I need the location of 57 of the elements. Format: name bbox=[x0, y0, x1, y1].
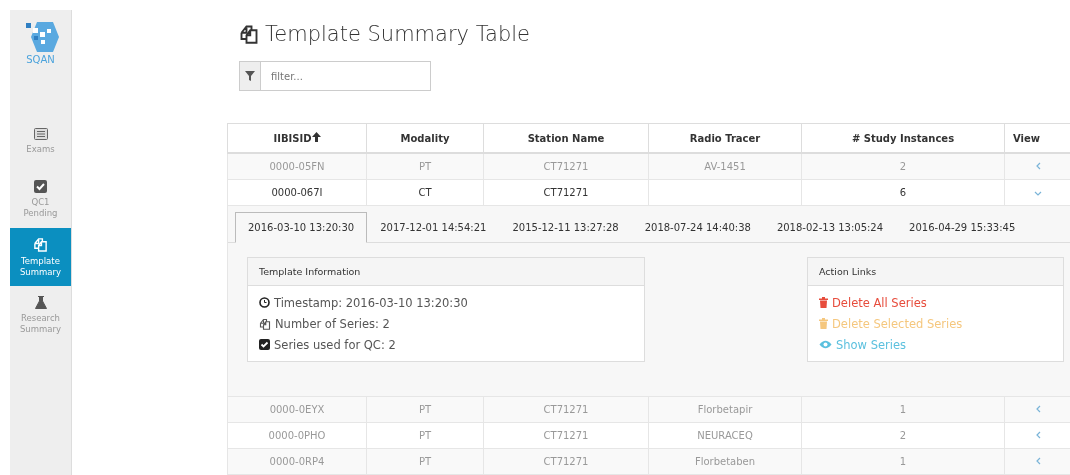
chevron-left-icon[interactable] bbox=[1035, 431, 1041, 439]
table-cell: AV-1451 bbox=[648, 153, 802, 180]
copy-icon bbox=[33, 236, 48, 252]
table-cell: 0000-05FN bbox=[227, 153, 367, 180]
chevron-down-icon[interactable] bbox=[1034, 191, 1042, 196]
date-tab[interactable]: 2016-04-29 15:33:45 bbox=[896, 212, 1029, 243]
chevron-left-icon[interactable] bbox=[1035, 405, 1041, 413]
chevron-left-icon[interactable] bbox=[1035, 457, 1041, 465]
copy-icon bbox=[239, 24, 259, 44]
table-cell: 6 bbox=[801, 179, 1005, 206]
date-tab[interactable]: 2016-03-10 13:20:30 bbox=[235, 212, 368, 243]
checkbox-icon bbox=[34, 179, 47, 193]
table-cell: Florbetapir bbox=[648, 396, 802, 423]
flask-icon bbox=[34, 295, 47, 309]
table-cell: CT bbox=[366, 179, 484, 206]
info-text: Number of Series: 2 bbox=[275, 316, 390, 331]
table-cell: 0000-0RP4 bbox=[227, 448, 367, 475]
page-title: Template Summary Table bbox=[265, 22, 530, 46]
table-cell: 0000-0EYX bbox=[227, 396, 367, 423]
panel-heading: Action Links bbox=[808, 258, 1063, 286]
table-cell: CT71271 bbox=[483, 396, 649, 423]
trash-icon bbox=[819, 297, 828, 308]
trash-icon bbox=[819, 318, 828, 329]
table-cell: Florbetaben bbox=[648, 448, 802, 475]
filter-icon bbox=[245, 71, 255, 81]
logo-text: SQAN bbox=[26, 54, 55, 66]
table-cell: 1 bbox=[801, 448, 1005, 475]
copy-icon bbox=[259, 317, 271, 330]
table-cell: CT71271 bbox=[483, 448, 649, 475]
checkbox-icon bbox=[259, 339, 270, 350]
table-cell: 2 bbox=[801, 422, 1005, 449]
table-cell: NEURACEQ bbox=[648, 422, 802, 449]
table-cell: 0000-067I bbox=[227, 179, 367, 206]
date-tab[interactable]: 2018-07-24 14:40:38 bbox=[631, 212, 764, 243]
table-cell: CT71271 bbox=[483, 422, 649, 449]
table-cell: PT bbox=[366, 396, 484, 423]
table-cell: CT71271 bbox=[483, 153, 649, 180]
panel-heading: Template Information bbox=[248, 258, 644, 286]
date-tab[interactable]: 2015-12-11 13:27:28 bbox=[499, 212, 632, 243]
info-text: Series used for QC: 2 bbox=[274, 337, 396, 352]
table-cell: PT bbox=[366, 153, 484, 180]
date-tab[interactable]: 2017-12-01 14:54:21 bbox=[367, 212, 500, 243]
action-link[interactable]: Delete All Series bbox=[819, 292, 1052, 313]
info-text: Timestamp: 2016-03-10 13:20:30 bbox=[274, 295, 468, 310]
table-cell: 2 bbox=[801, 153, 1005, 180]
list-icon bbox=[33, 127, 48, 140]
filter-field[interactable]: filter... bbox=[261, 61, 431, 91]
table-cell: PT bbox=[366, 448, 484, 475]
table-cell: 1 bbox=[801, 396, 1005, 423]
clock-icon bbox=[259, 297, 270, 308]
table-cell: CT71271 bbox=[483, 179, 649, 206]
table-cell: PT bbox=[366, 422, 484, 449]
eye-icon bbox=[819, 340, 832, 349]
table-cell: 0000-0PHO bbox=[227, 422, 367, 449]
chevron-left-icon[interactable] bbox=[1035, 162, 1041, 170]
date-tab[interactable]: 2018-02-13 13:05:24 bbox=[763, 212, 897, 243]
sidebar-item[interactable]: Template Summary bbox=[10, 228, 71, 286]
